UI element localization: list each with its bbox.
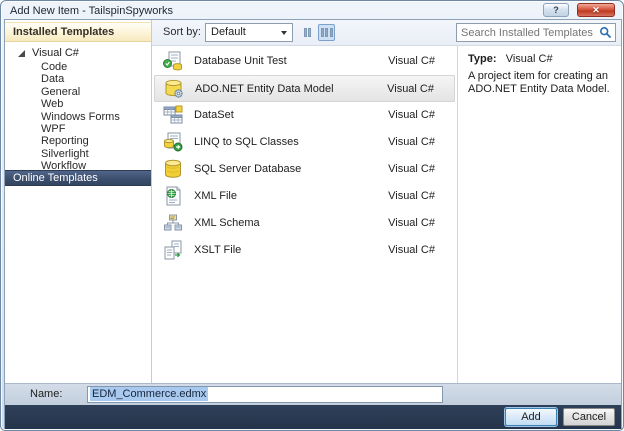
name-input[interactable]: EDM_Commerce.edmx — [87, 386, 443, 403]
chevron-down-icon — [281, 31, 287, 35]
template-item[interactable]: LINQ to SQL Classes Visual C# — [154, 129, 455, 156]
name-label: Name: — [30, 388, 63, 400]
small-icons-view-icon[interactable] — [318, 24, 335, 41]
expanded-triangle-icon[interactable] — [18, 50, 25, 57]
name-value-selected-text: EDM_Commerce.edmx — [90, 387, 209, 401]
xml-schema-icon — [162, 212, 184, 234]
template-type: Type: Visual C# — [468, 53, 553, 65]
title-bar[interactable]: Add New Item - TailspinSpyworks ? ✕ — [3, 3, 621, 19]
sidebar-item-reporting[interactable]: Reporting — [5, 135, 151, 147]
sql-server-database-icon — [162, 158, 184, 180]
cancel-button[interactable]: Cancel — [563, 408, 615, 426]
medium-icons-view-icon[interactable] — [299, 24, 316, 41]
window-title: Add New Item - TailspinSpyworks — [10, 5, 174, 17]
installed-templates-header[interactable]: Installed Templates — [5, 22, 151, 42]
help-icon[interactable]: ? — [543, 3, 569, 17]
dialog-footer: Add Cancel — [5, 405, 621, 429]
dataset-icon — [162, 104, 184, 126]
name-row: Name: EDM_Commerce.edmx — [5, 383, 621, 405]
template-item[interactable]: XML File Visual C# — [154, 183, 455, 210]
templates-sidebar: Installed Templates Visual C# Code Data … — [5, 20, 152, 383]
template-item[interactable]: DataSet Visual C# — [154, 102, 455, 129]
sort-by-label: Sort by: — [163, 26, 201, 38]
installed-templates-tree: Visual C# Code Data General Web Windows … — [5, 47, 151, 173]
search-input[interactable] — [461, 25, 595, 40]
template-item-selected[interactable]: ADO.NET Entity Data Model Visual C# — [154, 75, 455, 102]
sidebar-item-data[interactable]: Data — [5, 73, 151, 85]
entity-data-model-icon — [163, 78, 185, 100]
template-item[interactable]: Database Unit Test Visual C# — [154, 48, 455, 75]
search-icon[interactable] — [599, 26, 612, 44]
database-unit-test-icon — [162, 50, 184, 72]
type-value: Visual C# — [505, 53, 553, 65]
xml-file-icon — [162, 185, 184, 207]
type-label: Type: — [468, 53, 497, 65]
sort-search-strip: Sort by: Default — [152, 20, 621, 46]
template-item[interactable]: XSLT File Visual C# — [154, 237, 455, 264]
search-box[interactable] — [456, 23, 616, 42]
sidebar-item-windows-forms[interactable]: Windows Forms — [5, 111, 151, 123]
template-list: Database Unit Test Visual C# ADO.NET Ent… — [152, 46, 457, 383]
linq-to-sql-icon — [162, 131, 184, 153]
dialog-body: Installed Templates Visual C# Code Data … — [4, 19, 622, 429]
sidebar-item-silverlight[interactable]: Silverlight — [5, 148, 151, 160]
add-button[interactable]: Add — [505, 408, 557, 426]
add-new-item-dialog: Add New Item - TailspinSpyworks ? ✕ Inst… — [0, 0, 624, 431]
sidebar-item-general[interactable]: General — [5, 86, 151, 98]
template-item[interactable]: XML Schema Visual C# — [154, 210, 455, 237]
sort-dropdown[interactable]: Default — [205, 23, 293, 42]
sidebar-item-wpf[interactable]: WPF — [5, 123, 151, 135]
close-icon[interactable]: ✕ — [577, 3, 615, 17]
sidebar-item-code[interactable]: Code — [5, 61, 151, 73]
online-templates-header[interactable]: Online Templates — [5, 170, 151, 186]
template-details-panel: Type: Visual C# A project item for creat… — [457, 46, 621, 383]
template-description: A project item for creating an ADO.NET E… — [468, 70, 610, 95]
sidebar-item-visual-csharp[interactable]: Visual C# — [5, 47, 151, 61]
template-item[interactable]: SQL Server Database Visual C# — [154, 156, 455, 183]
sidebar-item-web[interactable]: Web — [5, 98, 151, 110]
xslt-file-icon — [162, 239, 184, 261]
